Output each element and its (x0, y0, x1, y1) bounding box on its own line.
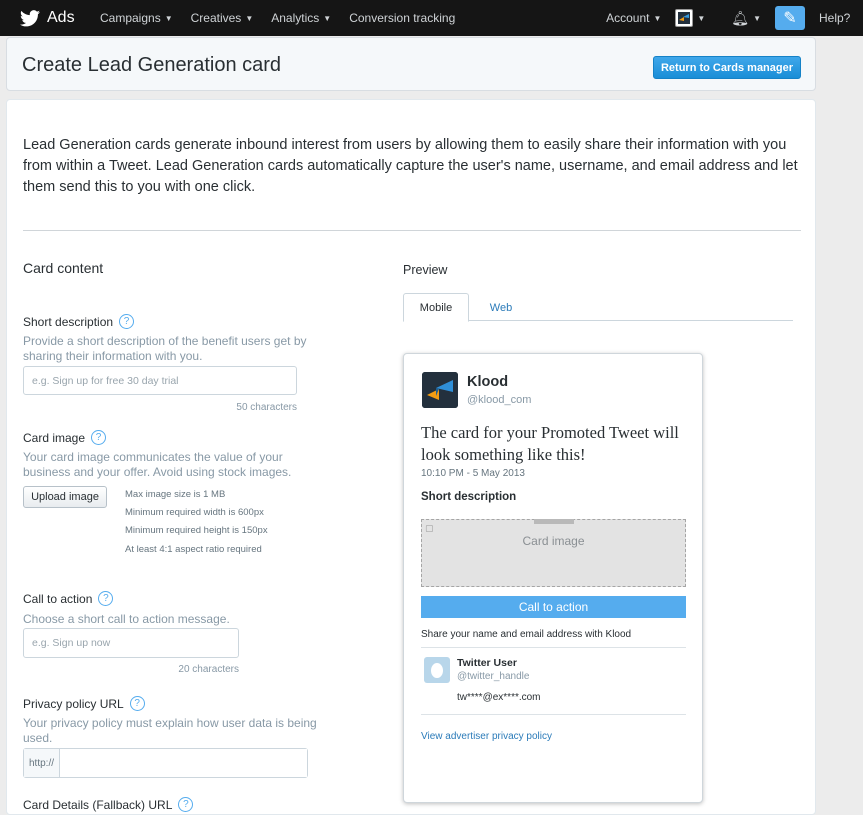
fallback-url-label-text: Card Details (Fallback) URL (23, 797, 173, 812)
call-to-action-help: Choose a short call to action message. (23, 612, 230, 626)
notifications-menu[interactable]: 🔔︎ ▼ (731, 10, 761, 27)
nav-conversion-tracking[interactable]: Conversion tracking (349, 11, 455, 25)
account-switcher[interactable]: ▼ (675, 9, 705, 27)
help-circle-icon[interactable]: ? (119, 314, 135, 329)
compose-icon: ✎ (783, 10, 797, 27)
call-to-action-button[interactable]: Call to action (421, 596, 686, 618)
upload-image-button[interactable]: Upload image (23, 486, 107, 508)
help-circle-icon[interactable]: ? (178, 797, 194, 812)
privacy-url-group: http:// (23, 748, 308, 778)
brand-label: Ads (47, 9, 75, 26)
advertiser-privacy-policy-link[interactable]: View advertiser privacy policy (421, 731, 552, 742)
chevron-down-icon: ▼ (245, 13, 254, 23)
help-circle-icon[interactable]: ? (129, 696, 145, 711)
divider (421, 714, 686, 715)
call-to-action-char-count: 20 characters (178, 664, 239, 675)
card-image-label-text: Card image (23, 430, 86, 445)
header-panel: Create Lead Generation card Return to Ca… (6, 37, 816, 91)
privacy-policy-url-help: Your privacy policy must explain how use… (23, 716, 317, 745)
fallback-url-label: Card Details (Fallback) URL ? (23, 797, 194, 812)
divider (421, 647, 686, 648)
page-title: Create Lead Generation card (22, 54, 282, 76)
tab-web[interactable]: Web (473, 293, 529, 322)
advertiser-handle: @klood_com (467, 394, 532, 406)
compose-button[interactable]: ✎ (775, 6, 805, 30)
chevron-down-icon: ▼ (697, 13, 706, 23)
url-prefix: http:// (24, 749, 60, 777)
chevron-down-icon: ▼ (753, 13, 761, 23)
account-menu[interactable]: Account ▼ (606, 11, 661, 25)
nav-campaigns-label: Campaigns (100, 11, 161, 25)
short-description-char-count: 50 characters (236, 402, 297, 413)
chevron-down-icon: ▼ (653, 13, 662, 23)
image-icon: ▢ (425, 523, 434, 533)
nav-conversion-label: Conversion tracking (349, 11, 456, 25)
intro-text: Lead Generation cards generate inbound i… (23, 137, 798, 195)
card-image-help: Your card image communicates the value o… (23, 450, 292, 479)
bell-icon: 🔔︎ (731, 9, 750, 26)
card-preview: Klood @klood_com The card for your Promo… (403, 353, 703, 803)
card-short-description: Short description (421, 491, 517, 503)
klood-logo-icon (422, 372, 458, 408)
help-circle-icon[interactable]: ? (91, 430, 107, 445)
privacy-policy-url-label: Privacy policy URL ? (23, 696, 145, 711)
card-image-placeholder: ▢ Card image (421, 519, 686, 587)
short-description-input[interactable] (23, 366, 297, 395)
nav-creatives-label: Creatives (190, 11, 242, 25)
image-notch (534, 519, 574, 524)
egg-avatar-icon (431, 662, 443, 678)
call-to-action-label-text: Call to action (23, 591, 93, 606)
account-label: Account (606, 11, 650, 25)
preview-title: Preview (403, 263, 448, 277)
card-content-title: Card content (23, 260, 104, 276)
main-panel: Lead Generation cards generate inbound i… (6, 99, 816, 815)
klood-avatar (422, 372, 458, 408)
privacy-policy-url-input[interactable] (60, 749, 307, 777)
user-email: tw****@ex****.com (457, 692, 541, 703)
privacy-policy-url-label-text: Privacy policy URL (23, 696, 124, 711)
tweet-text: The card for your Promoted Tweet will lo… (421, 423, 679, 464)
advertiser-name: Klood (467, 374, 509, 390)
image-requirement: Max image size is 1 MB (125, 489, 226, 500)
klood-logo-icon (678, 12, 691, 24)
call-to-action-input[interactable] (23, 628, 239, 658)
user-name: Twitter User (457, 657, 517, 669)
user-avatar (424, 657, 450, 683)
image-requirement: At least 4:1 aspect ratio required (125, 544, 262, 555)
chevron-down-icon: ▼ (164, 13, 173, 23)
short-description-label-text: Short description (23, 314, 114, 329)
divider (23, 230, 801, 231)
tweet-timestamp: 10:10 PM - 5 May 2013 (421, 468, 525, 479)
nav-analytics-label: Analytics (271, 11, 320, 25)
top-nav: Ads Campaigns ▼ Creatives ▼ Analytics ▼ … (0, 0, 863, 36)
short-description-label: Short description ? (23, 314, 135, 329)
nav-creatives[interactable]: Creatives ▼ (191, 11, 254, 25)
card-image-label: Card image (522, 534, 585, 548)
twitter-bird-icon (20, 9, 40, 26)
share-text: Share your name and email address with K… (421, 629, 632, 640)
brand[interactable]: Ads (20, 9, 90, 27)
preview-tabs: Mobile Web (403, 293, 793, 322)
image-requirement: Minimum required height is 150px (125, 525, 268, 536)
help-link[interactable]: Help? (819, 11, 863, 25)
card-image-label: Card image ? (23, 430, 107, 445)
return-to-cards-manager-button[interactable]: Return to Cards manager (653, 56, 801, 79)
nav-analytics[interactable]: Analytics ▼ (271, 11, 331, 25)
help-circle-icon[interactable]: ? (98, 591, 114, 606)
short-description-help: Provide a short description of the benef… (23, 334, 307, 363)
account-avatar (675, 9, 694, 27)
image-requirement: Minimum required width is 600px (125, 507, 264, 518)
user-handle: @twitter_handle (457, 671, 530, 682)
call-to-action-label: Call to action ? (23, 591, 114, 606)
nav-campaigns[interactable]: Campaigns ▼ (100, 11, 173, 25)
tab-mobile[interactable]: Mobile (403, 293, 469, 322)
chevron-down-icon: ▼ (323, 13, 332, 23)
